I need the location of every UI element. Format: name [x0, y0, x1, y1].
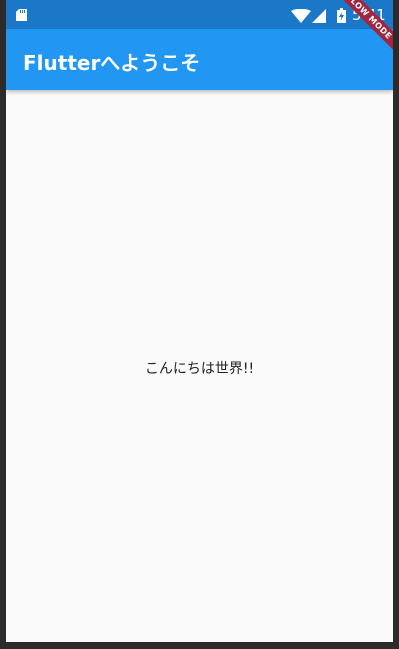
body-content: こんにちは世界!!: [6, 90, 393, 642]
app-title: Flutterへようこそ: [23, 51, 201, 75]
app-bar: Flutterへようこそ: [6, 29, 393, 90]
emulator-frame: 5:41 Flutterへようこそ こんにちは世界!! SLOW MODE: [0, 0, 399, 649]
battery-charging-icon: [337, 8, 346, 23]
wifi-icon: [291, 9, 311, 23]
hello-world-text: こんにちは世界!!: [144, 361, 255, 377]
sd-card-icon: [16, 9, 27, 21]
device-screen: 5:41 Flutterへようこそ こんにちは世界!! SLOW MODE: [6, 0, 393, 642]
status-bar: 5:41: [6, 0, 393, 29]
cell-signal-icon: [312, 9, 326, 23]
